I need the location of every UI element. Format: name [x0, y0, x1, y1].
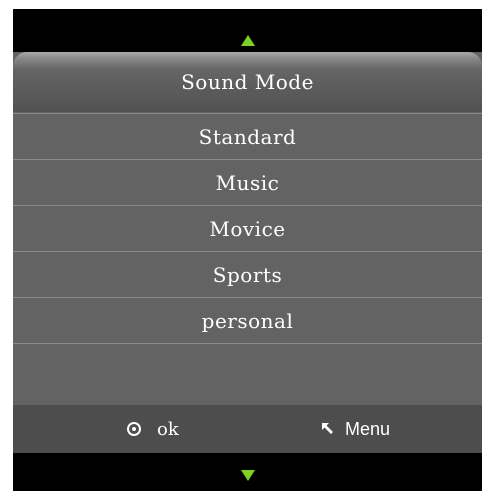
- ok-hint[interactable]: ok: [127, 405, 179, 453]
- ok-label: ok: [157, 418, 179, 440]
- scroll-up-arrow-icon[interactable]: [240, 35, 255, 46]
- footer-hints: ok Menu: [13, 405, 482, 453]
- menu-label: Menu: [345, 418, 391, 439]
- ok-circle-icon: [127, 422, 141, 436]
- menu-hint[interactable]: Menu: [321, 405, 390, 453]
- menu-item-sports[interactable]: Sports: [13, 251, 482, 297]
- sound-mode-list: Standard Music Movice Sports personal: [13, 113, 482, 395]
- sound-mode-panel: Sound Mode Standard Music Movice Sports …: [13, 52, 482, 405]
- menu-item-music[interactable]: Music: [13, 159, 482, 205]
- menu-item-movice[interactable]: Movice: [13, 205, 482, 251]
- menu-item-empty: [13, 343, 482, 395]
- menu-item-standard[interactable]: Standard: [13, 113, 482, 159]
- scroll-down-arrow-icon[interactable]: [240, 470, 255, 481]
- menu-item-personal[interactable]: personal: [13, 297, 482, 343]
- return-arrow-icon: [321, 422, 335, 436]
- menu-title: Sound Mode: [13, 52, 482, 112]
